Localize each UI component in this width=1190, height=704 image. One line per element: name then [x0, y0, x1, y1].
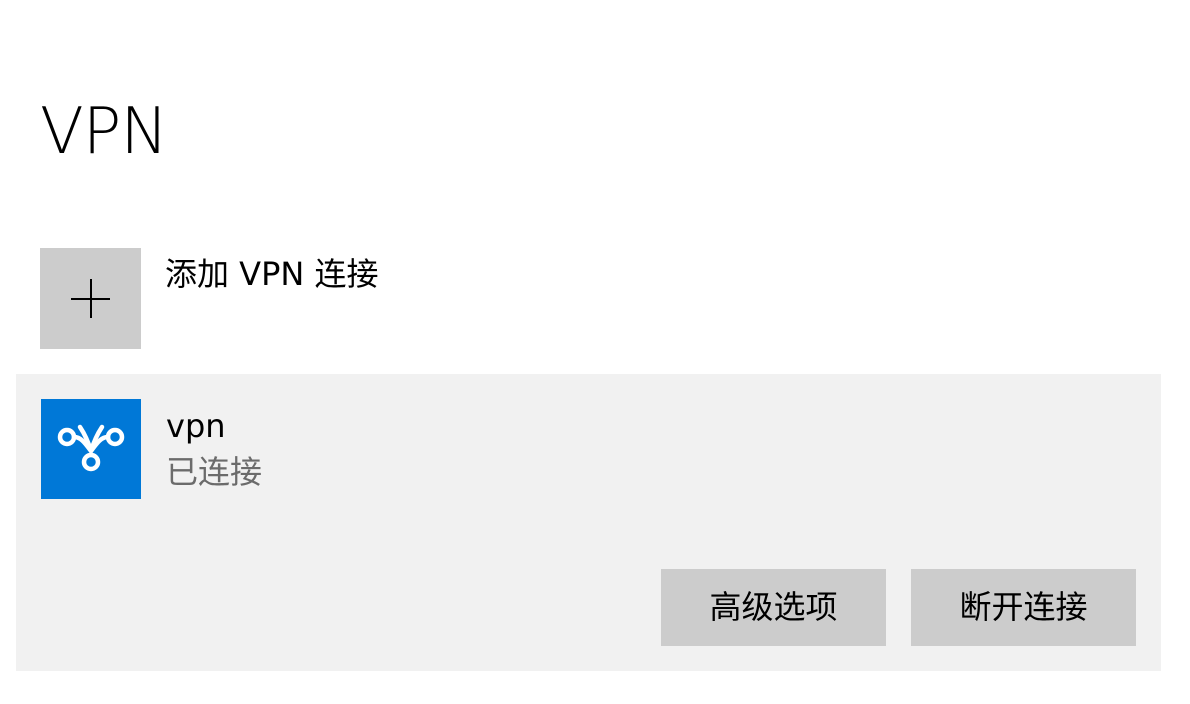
page-title: VPN [40, 95, 168, 169]
add-vpn-connection[interactable]: 添加 VPN 连接 [40, 248, 1160, 349]
advanced-options-button[interactable]: 高级选项 [661, 569, 886, 646]
vpn-icon-tile [41, 399, 141, 499]
add-vpn-connection-label[interactable]: 添加 VPN 连接 [165, 254, 378, 294]
vpn-icon [57, 424, 125, 472]
add-tile[interactable] [40, 248, 141, 349]
vpn-name: vpn [166, 407, 226, 445]
vpn-status: 已连接 [166, 453, 263, 491]
vpn-connection-card[interactable]: vpn 已连接 高级选项 断开连接 [16, 374, 1161, 671]
disconnect-button[interactable]: 断开连接 [911, 569, 1136, 646]
